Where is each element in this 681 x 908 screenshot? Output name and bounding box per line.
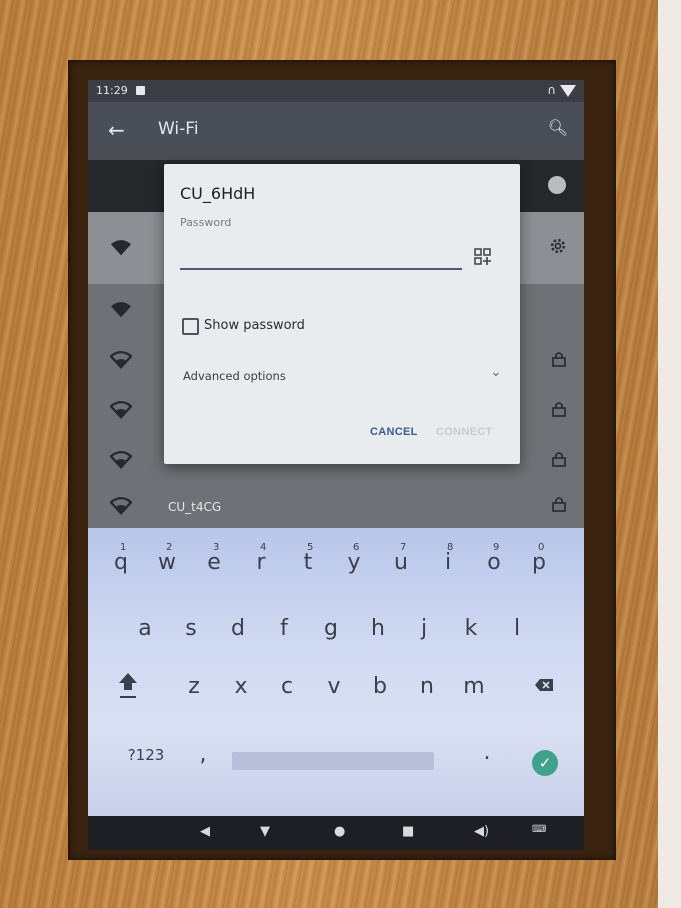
headset-icon: ∩ xyxy=(547,83,556,97)
device-screen: 11:29 ∩ ← Wi-Fi 🔍︎ CU_t4CG CU_6HdH Passw… xyxy=(88,80,584,850)
wall-background xyxy=(658,0,681,908)
network-name: CU_t4CG xyxy=(168,500,222,514)
lock-icon xyxy=(552,402,566,417)
password-input[interactable] xyxy=(180,236,462,270)
lock-icon xyxy=(552,352,566,367)
key-p[interactable]: 0p xyxy=(524,542,554,575)
key-t[interactable]: 5t xyxy=(293,542,323,575)
key-v[interactable]: v xyxy=(319,674,349,699)
lock-icon xyxy=(552,497,566,512)
volume-down-icon[interactable]: ◀ xyxy=(200,824,210,839)
wifi-icon xyxy=(110,400,132,419)
key-s[interactable]: s xyxy=(176,616,206,641)
key-y[interactable]: 6y xyxy=(339,542,369,575)
wifi-signal-icon xyxy=(560,85,576,97)
key-k[interactable]: k xyxy=(456,616,486,641)
show-password-label[interactable]: Show password xyxy=(204,318,305,333)
notification-icon xyxy=(136,86,145,95)
recents-nav-icon[interactable]: ■ xyxy=(402,824,414,839)
status-time: 11:29 xyxy=(96,84,128,97)
back-arrow-icon[interactable]: ← xyxy=(108,118,125,142)
key-d[interactable]: d xyxy=(223,616,253,641)
back-nav-icon[interactable]: ▼ xyxy=(260,824,270,839)
key-f[interactable]: f xyxy=(269,616,299,641)
key-o[interactable]: 9o xyxy=(479,542,509,575)
done-key-check-icon[interactable]: ✓ xyxy=(532,750,558,776)
key-w[interactable]: 2w xyxy=(152,542,182,575)
lock-icon xyxy=(552,452,566,467)
dialog-network-name: CU_6HdH xyxy=(180,184,256,203)
key-z[interactable]: z xyxy=(179,674,209,699)
home-nav-icon[interactable]: ● xyxy=(334,824,345,839)
page-title: Wi-Fi xyxy=(158,119,199,139)
wifi-icon xyxy=(110,496,132,515)
key-x[interactable]: x xyxy=(226,674,256,699)
cancel-button[interactable]: CANCEL xyxy=(370,426,418,438)
status-bar: 11:29 ∩ xyxy=(88,80,584,102)
comma-key[interactable]: , xyxy=(188,742,218,767)
key-q[interactable]: 1q xyxy=(106,542,136,575)
on-screen-keyboard: 1q 2w 3e 4r 5t 6y 7u 8i 9o 0p a s d f g … xyxy=(88,528,584,816)
key-b[interactable]: b xyxy=(365,674,395,699)
navigation-bar: ◀ ▼ ● ■ ◀) ⌨ xyxy=(88,816,584,850)
key-m[interactable]: m xyxy=(459,674,489,699)
wifi-toggle-switch[interactable] xyxy=(548,176,566,194)
volume-up-icon[interactable]: ◀) xyxy=(474,824,489,839)
search-icon[interactable]: 🔍︎ xyxy=(548,118,568,137)
app-bar: ← Wi-Fi 🔍︎ xyxy=(88,102,584,160)
symbols-key[interactable]: ?123 xyxy=(124,746,168,764)
network-row[interactable]: CU_t4CG xyxy=(88,484,584,534)
shift-icon[interactable] xyxy=(116,670,140,700)
show-password-checkbox[interactable] xyxy=(182,318,199,335)
key-u[interactable]: 7u xyxy=(386,542,416,575)
key-c[interactable]: c xyxy=(272,674,302,699)
gear-icon[interactable] xyxy=(548,236,568,256)
backspace-icon[interactable] xyxy=(534,678,554,692)
wifi-icon xyxy=(110,350,132,369)
key-g[interactable]: g xyxy=(316,616,346,641)
wifi-icon xyxy=(110,450,132,469)
key-j[interactable]: j xyxy=(409,616,439,641)
connect-button[interactable]: CONNECT xyxy=(436,426,493,438)
wifi-icon xyxy=(110,302,132,318)
key-r[interactable]: 4r xyxy=(246,542,276,575)
key-a[interactable]: a xyxy=(130,616,160,641)
wifi-icon xyxy=(110,240,132,256)
key-l[interactable]: l xyxy=(502,616,532,641)
key-h[interactable]: h xyxy=(363,616,393,641)
space-bar[interactable] xyxy=(232,752,434,770)
wifi-password-dialog: CU_6HdH Password Show password Advanced … xyxy=(164,164,520,464)
advanced-options-toggle[interactable]: Advanced options xyxy=(183,369,286,383)
qr-scan-icon[interactable] xyxy=(474,248,492,266)
key-n[interactable]: n xyxy=(412,674,442,699)
key-i[interactable]: 8i xyxy=(433,542,463,575)
password-label: Password xyxy=(180,216,232,229)
period-key[interactable]: . xyxy=(472,740,502,765)
chevron-down-icon[interactable]: ⌄ xyxy=(490,364,502,380)
keyboard-switch-icon[interactable]: ⌨ xyxy=(532,824,546,835)
key-e[interactable]: 3e xyxy=(199,542,229,575)
